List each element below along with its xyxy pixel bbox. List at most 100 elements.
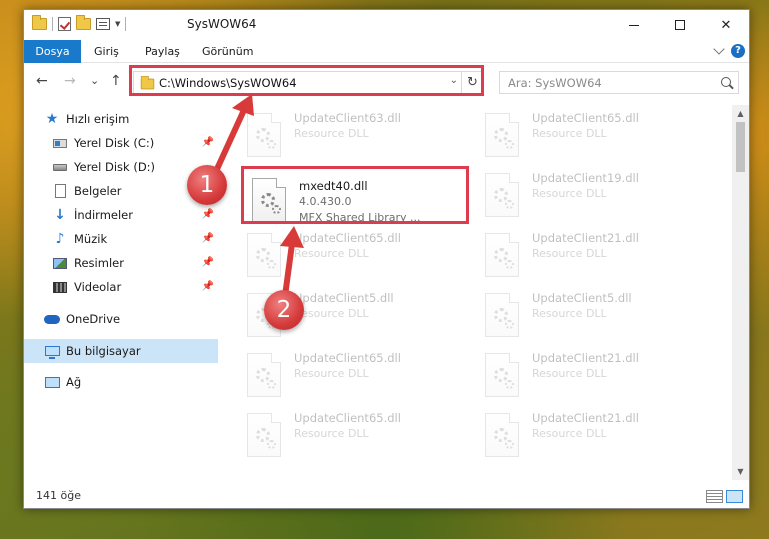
file-name: UpdateClient21.dll <box>532 351 639 365</box>
vertical-scrollbar[interactable]: ▲ ▼ <box>732 105 749 480</box>
file-name: UpdateClient19.dll <box>532 171 639 185</box>
help-icon[interactable]: ? <box>731 44 745 58</box>
file-list: UpdateClient63.dll Resource DLL UpdateCli… <box>242 105 735 475</box>
pin-icon: 📌 <box>201 209 214 220</box>
close-button[interactable]: ✕ <box>703 10 749 40</box>
file-type: Resource DLL <box>532 427 607 440</box>
nav-item-onedrive[interactable]: OneDrive <box>24 307 218 331</box>
file-name: UpdateClient65.dll <box>532 111 639 125</box>
file-type: Resource DLL <box>294 307 369 320</box>
dll-file-icon <box>247 413 281 457</box>
file-tile[interactable]: UpdateClient21.dll Resource DLL <box>485 225 715 281</box>
details-view-icon[interactable] <box>706 490 723 503</box>
music-icon: ♪ <box>55 231 65 247</box>
file-type: Resource DLL <box>532 187 607 200</box>
file-tile[interactable]: UpdateClient63.dll Resource DLL <box>247 105 477 161</box>
file-type: Resource DLL <box>294 367 369 380</box>
step-2-badge: 2 <box>264 290 304 330</box>
nav-item-pictures[interactable]: Resimler 📌 <box>24 251 218 275</box>
file-type: Resource DLL <box>532 127 607 140</box>
computer-icon <box>44 346 60 359</box>
quick-access-toolbar: ▼ <box>32 15 127 31</box>
file-type: Resource DLL <box>532 367 607 380</box>
nav-item-label: Müzik <box>74 232 108 246</box>
refresh-button[interactable]: ↻ <box>461 72 483 93</box>
file-tile[interactable]: UpdateClient65.dll Resource DLL <box>485 105 715 161</box>
navigation-pane: ★ Hızlı erişim Yerel Disk (C:) 📌 Yerel D… <box>24 105 218 475</box>
forward-button[interactable]: → <box>64 73 76 89</box>
nav-item-network[interactable]: Ağ <box>24 370 218 394</box>
file-type: Resource DLL <box>294 247 369 260</box>
nav-item-music[interactable]: ♪ Müzik 📌 <box>24 227 218 251</box>
network-icon <box>44 376 60 388</box>
minimize-icon <box>629 24 639 26</box>
file-tile-mxedt40[interactable]: mxedt40.dll 4.0.430.0 MFX Shared Library… <box>252 169 482 225</box>
tab-view[interactable]: Görünüm <box>202 40 253 63</box>
window-controls: ✕ <box>611 10 749 40</box>
nav-item-label: OneDrive <box>66 312 121 326</box>
address-bar[interactable]: C:\Windows\SysWOW64 ⌄ ↻ <box>133 71 484 94</box>
tab-file[interactable]: Dosya <box>24 40 81 63</box>
qat-dropdown-icon[interactable]: ▼ <box>115 20 120 28</box>
pin-icon: 📌 <box>201 137 214 148</box>
file-tile[interactable]: UpdateClient65.dll Resource DLL <box>247 345 477 401</box>
scroll-down-icon[interactable]: ▼ <box>732 463 749 480</box>
recent-locations-button[interactable]: ⌄ <box>90 74 99 87</box>
up-button[interactable]: ↑ <box>110 73 122 89</box>
file-name: UpdateClient65.dll <box>294 351 401 365</box>
search-input[interactable]: Ara: SysWOW64 <box>508 76 602 90</box>
file-tile[interactable]: UpdateClient21.dll Resource DLL <box>485 405 715 461</box>
navigation-bar: ← → ⌄ ↑ C:\Windows\SysWOW64 ⌄ ↻ Ara: Sys… <box>24 69 749 97</box>
scrollbar-thumb[interactable] <box>736 122 745 172</box>
nav-item-quick-access[interactable]: ★ Hızlı erişim <box>24 107 218 131</box>
nav-item-downloads[interactable]: ↓ İndirmeler 📌 <box>24 203 218 227</box>
customize-view-icon[interactable] <box>96 18 110 30</box>
file-name: UpdateClient65.dll <box>294 231 401 245</box>
nav-item-label: Ağ <box>66 375 82 389</box>
close-icon: ✕ <box>720 17 732 33</box>
drive-icon <box>53 163 67 171</box>
file-type: Resource DLL <box>532 247 607 260</box>
video-icon <box>53 281 67 293</box>
expand-ribbon-icon[interactable] <box>713 43 725 55</box>
item-count: 141 öğe <box>36 489 81 502</box>
explorer-window: ▼ SysWOW64 ✕ Dosya Giriş Paylaş Görünüm … <box>23 9 750 509</box>
file-type: Resource DLL <box>294 127 369 140</box>
file-tile[interactable]: UpdateClient19.dll Resource DLL <box>485 165 715 221</box>
new-folder-icon[interactable] <box>76 15 91 30</box>
system-drive-icon <box>53 138 67 148</box>
file-type: Resource DLL <box>294 427 369 440</box>
file-description: MFX Shared Library ... <box>299 211 421 224</box>
address-dropdown-icon[interactable]: ⌄ <box>450 75 458 86</box>
step-1-badge: 1 <box>187 165 227 205</box>
file-name: mxedt40.dll <box>299 179 368 193</box>
file-tile[interactable]: UpdateClient21.dll Resource DLL <box>485 345 715 401</box>
nav-item-videos[interactable]: Videolar 📌 <box>24 275 218 299</box>
file-tile[interactable]: UpdateClient65.dll Resource DLL <box>247 405 477 461</box>
dll-file-icon <box>485 293 519 337</box>
search-box[interactable]: Ara: SysWOW64 <box>499 71 739 94</box>
file-type: Resource DLL <box>532 307 607 320</box>
back-button[interactable]: ← <box>36 73 48 89</box>
nav-item-label: Videolar <box>74 280 122 294</box>
tab-share[interactable]: Paylaş <box>145 40 180 63</box>
file-tile[interactable]: UpdateClient65.dll Resource DLL <box>247 225 477 281</box>
dll-file-icon <box>485 353 519 397</box>
file-version: 4.0.430.0 <box>299 195 352 208</box>
nav-item-local-disk-c[interactable]: Yerel Disk (C:) 📌 <box>24 131 218 155</box>
tab-home[interactable]: Giriş <box>94 40 119 63</box>
download-icon: ↓ <box>54 207 66 223</box>
nav-item-this-pc[interactable]: Bu bilgisayar <box>24 339 218 363</box>
separator <box>52 17 53 31</box>
tiles-view-icon[interactable] <box>726 490 743 503</box>
properties-check-icon[interactable] <box>58 17 71 31</box>
address-path[interactable]: C:\Windows\SysWOW64 <box>159 76 297 90</box>
maximize-icon <box>675 20 685 30</box>
maximize-button[interactable] <box>657 10 703 40</box>
scroll-up-icon[interactable]: ▲ <box>732 105 749 122</box>
folder-icon <box>140 75 155 90</box>
folder-icon <box>32 15 47 30</box>
file-tile[interactable]: UpdateClient5.dll Resource DLL <box>485 285 715 341</box>
minimize-button[interactable] <box>611 10 657 40</box>
pictures-icon <box>53 257 67 269</box>
